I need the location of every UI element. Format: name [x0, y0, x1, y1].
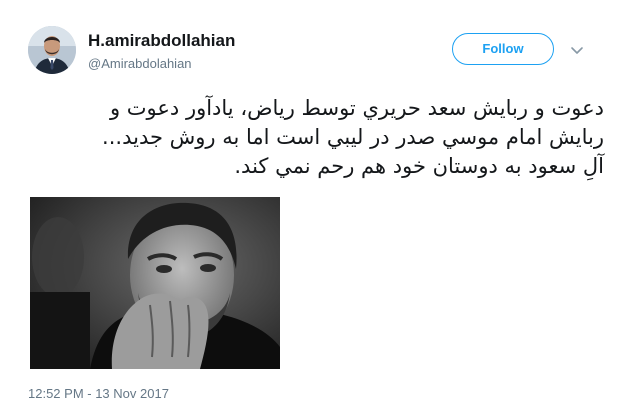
profile-avatar-icon — [28, 26, 76, 74]
chevron-down-icon[interactable] — [570, 43, 584, 54]
photo-image — [30, 197, 280, 369]
tweet-text-line: دعوت و ربايش سعد حريري توسط رياض، يادآور… — [109, 96, 604, 120]
author-name[interactable]: H.amirabdollahian — [88, 31, 235, 51]
tweet-text: دعوت و ربايش سعد حريري توسط رياض، يادآور… — [102, 94, 604, 181]
follow-button[interactable]: Follow — [452, 33, 554, 65]
tweet-text-line: ربايش امام موسي صدر در ليبي است اما به ر… — [102, 125, 604, 149]
tweet-timestamp[interactable]: 12:52 PM - 13 Nov 2017 — [28, 386, 169, 401]
tweet-text-line: آلِ سعود به دوستان خود هم رحم نمي كند. — [234, 154, 604, 178]
author-handle[interactable]: @Amirabdolahian — [88, 56, 192, 71]
tweet-photo[interactable] — [30, 197, 280, 369]
tweet-card: H.amirabdollahian @Amirabdolahian Follow… — [0, 0, 621, 412]
author-avatar[interactable] — [28, 26, 76, 74]
